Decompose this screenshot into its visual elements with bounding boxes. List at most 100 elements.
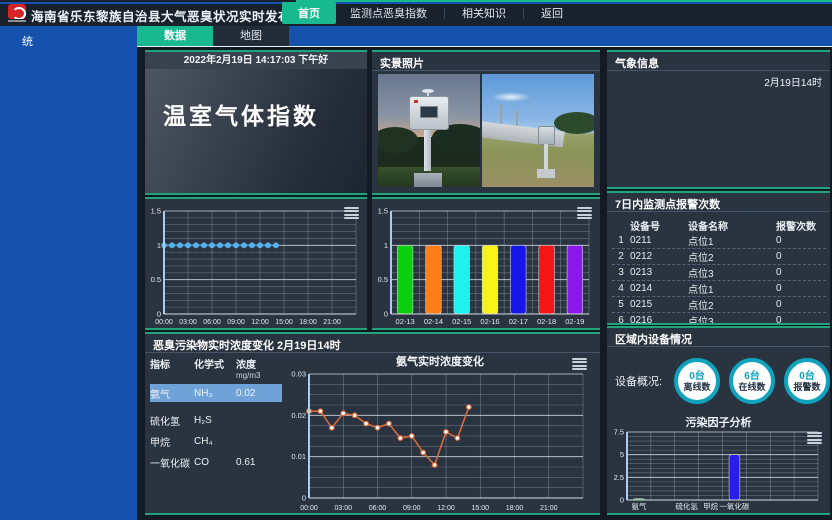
chart-menu-icon[interactable] xyxy=(807,432,822,444)
nav-separator xyxy=(444,8,445,19)
app-title: 海南省乐东黎族自治县大气恶臭状况实时发布系 xyxy=(31,6,304,25)
table-row: 6 0216 点位3 0 xyxy=(612,313,826,325)
device-pole xyxy=(544,144,548,170)
table-row: 2 0212 点位2 0 xyxy=(612,249,826,265)
svg-text:09:00: 09:00 xyxy=(403,505,421,512)
svg-text:21:00: 21:00 xyxy=(540,505,558,512)
odor-row-ch4[interactable]: 甲烷 CH₄ xyxy=(150,431,282,452)
svg-text:0: 0 xyxy=(302,494,306,503)
device-base xyxy=(414,173,442,187)
svg-text:0.5: 0.5 xyxy=(151,275,161,284)
svg-text:03:00: 03:00 xyxy=(334,505,352,512)
greeting-body: 温室气体指数 xyxy=(145,69,367,193)
pollution-factor-bar-chart: 02.557.5氨气硫化氢甲烷一氧化碳 xyxy=(609,428,826,515)
datetime-greeting: 2022年2月19日 14:17:03 下午好 xyxy=(145,52,367,69)
svg-text:1.5: 1.5 xyxy=(378,207,388,216)
device-stat-circles: 0台 离线数 6台 在线数 0台 报警数 xyxy=(674,358,830,404)
tab-data[interactable]: 数据 xyxy=(137,26,213,46)
odor-row-h2s[interactable]: 硫化氢 H₂S xyxy=(150,410,282,431)
panel-title: 区域内设备情况 xyxy=(607,328,830,347)
monitoring-cabinet xyxy=(538,126,555,145)
panel-title: 气象信息 xyxy=(607,52,830,71)
svg-text:0.01: 0.01 xyxy=(291,452,306,461)
online-count-badge: 6台 在线数 xyxy=(729,358,775,404)
nav-item-odor-index[interactable]: 监测点恶臭指数 xyxy=(336,2,441,24)
tab-map[interactable]: 地图 xyxy=(213,26,289,46)
svg-text:09:00: 09:00 xyxy=(227,319,245,326)
table-row: 3 0213 点位3 0 xyxy=(612,265,826,281)
svg-text:氨气: 氨气 xyxy=(631,501,646,511)
photo-left-sunset-station xyxy=(378,74,480,187)
alarm-table: 设备号 设备名称 报警次数 1 0211 点位1 0 2 0212 点位2 0 … xyxy=(612,217,826,325)
cabinet-screen xyxy=(420,106,438,118)
svg-text:21:00: 21:00 xyxy=(323,319,341,326)
svg-text:0: 0 xyxy=(620,496,624,505)
daily-index-bar-chart: 00.511.502-1302-1402-1502-1602-1702-1802… xyxy=(373,201,597,330)
photo-right-field-station xyxy=(482,74,594,187)
hourly-index-chart-panel: 00.511.500:0003:0006:0009:0012:0015:0018… xyxy=(145,197,367,330)
device-status-panel: 区域内设备情况 设备概况: 0台 离线数 6台 在线数 0台 报警数 污染因子分… xyxy=(607,326,830,515)
svg-text:02-19: 02-19 xyxy=(565,317,584,326)
svg-text:1.5: 1.5 xyxy=(151,207,161,216)
daily-index-chart-panel: 00.511.502-1302-1402-1502-1602-1702-1802… xyxy=(372,197,600,330)
svg-text:12:00: 12:00 xyxy=(437,505,455,512)
sidebar-label: 统 xyxy=(22,33,33,49)
weather-timestamp: 2月19日14时 xyxy=(764,74,822,89)
table-row: 4 0214 点位1 0 xyxy=(612,281,826,297)
svg-text:7.5: 7.5 xyxy=(614,428,624,437)
svg-text:06:00: 06:00 xyxy=(369,505,387,512)
main-nav: 首页 监测点恶臭指数 相关知识 返回 xyxy=(282,3,577,23)
svg-text:0: 0 xyxy=(384,310,388,319)
nav-item-home[interactable]: 首页 xyxy=(282,2,336,24)
offline-count-badge: 0台 离线数 xyxy=(674,358,720,404)
chart-menu-icon[interactable] xyxy=(344,207,359,219)
svg-text:18:00: 18:00 xyxy=(506,505,524,512)
top-navbar: 海南省乐东黎族自治县大气恶臭状况实时发布系 首页 监测点恶臭指数 相关知识 返回 xyxy=(0,0,832,26)
odor-concentration-panel: 恶臭污染物实时浓度变化 2月19日14时 指标 化学式 浓度mg/m3 氨气 N… xyxy=(145,332,600,515)
photo-row xyxy=(378,74,594,187)
svg-text:甲烷: 甲烷 xyxy=(703,501,718,511)
device-overview-label: 设备概况: xyxy=(615,373,668,389)
odor-table: 指标 化学式 浓度mg/m3 氨气 NH₃ 0.02 硫化氢 H₂S 甲烷 CH… xyxy=(150,356,282,473)
panel-title: 恶臭污染物实时浓度变化 2月19日14时 xyxy=(145,334,600,353)
tab-bar: 数据 地图 xyxy=(137,26,832,47)
svg-text:0.02: 0.02 xyxy=(291,411,306,420)
device-stats-row: 设备概况: 0台 离线数 6台 在线数 0台 报警数 xyxy=(607,350,830,412)
svg-text:00:00: 00:00 xyxy=(300,505,318,512)
svg-text:02-16: 02-16 xyxy=(480,317,499,326)
odor-row-co[interactable]: 一氧化碳 CO 0.61 xyxy=(150,452,282,473)
svg-text:12:00: 12:00 xyxy=(251,319,269,326)
svg-text:18:00: 18:00 xyxy=(299,319,317,326)
table-row: 5 0215 点位2 0 xyxy=(612,297,826,313)
nav-item-back[interactable]: 返回 xyxy=(527,2,577,24)
panel-title: 7日内监测点报警次数 xyxy=(607,193,830,212)
chart-menu-icon[interactable] xyxy=(572,358,587,370)
svg-text:02-14: 02-14 xyxy=(424,317,443,326)
nh3-chart-area: 氨气实时浓度变化 00.010.020.0300:0003:0006:0009:… xyxy=(283,354,597,512)
alarm-table-header: 设备号 设备名称 报警次数 xyxy=(612,217,826,233)
nav-separator xyxy=(523,8,524,19)
scene-photos-panel: 实景照片 xyxy=(372,50,600,195)
svg-text:15:00: 15:00 xyxy=(275,319,293,326)
nav-item-knowledge[interactable]: 相关知识 xyxy=(448,2,520,24)
chart-menu-icon[interactable] xyxy=(577,207,592,219)
device-base xyxy=(537,169,555,178)
device-sensor xyxy=(422,89,434,93)
odor-table-header: 指标 化学式 浓度mg/m3 xyxy=(150,356,282,380)
svg-text:02-13: 02-13 xyxy=(396,317,415,326)
app-logo-subtext xyxy=(8,20,26,22)
svg-text:03:00: 03:00 xyxy=(179,319,197,326)
svg-text:0: 0 xyxy=(157,310,161,319)
app-logo-icon xyxy=(8,4,26,19)
greenhouse-index-title: 温室气体指数 xyxy=(163,97,319,131)
monitoring-cabinet xyxy=(409,96,449,130)
svg-text:02-18: 02-18 xyxy=(537,317,556,326)
svg-text:1: 1 xyxy=(384,241,388,250)
device-pole xyxy=(424,129,431,171)
panel-title: 实景照片 xyxy=(372,52,600,71)
hourly-index-line-chart: 00.511.500:0003:0006:0009:0012:0015:0018… xyxy=(146,201,364,330)
left-sidebar: 统 xyxy=(0,26,137,520)
svg-text:5: 5 xyxy=(620,450,624,459)
svg-text:02-15: 02-15 xyxy=(452,317,471,326)
odor-row-ammonia[interactable]: 氨气 NH₃ 0.02 xyxy=(150,384,282,402)
